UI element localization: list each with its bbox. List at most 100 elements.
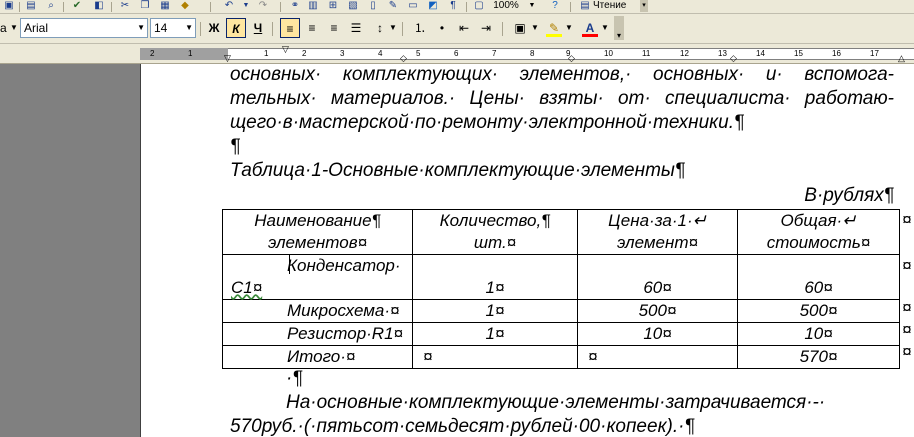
horizontal-ruler[interactable]: 2 1 1 2 3 4 5 6 7 8 9 10 11 12 13 14 15 … bbox=[0, 44, 914, 64]
table-row: Резистор·R1¤ 1¤ 10¤ 10¤ bbox=[222, 322, 900, 346]
show-hide-icon[interactable]: ¶ bbox=[446, 0, 460, 12]
table-header-cell[interactable]: Количество,¶ шт.¤ bbox=[412, 209, 578, 255]
hyperlink-icon[interactable]: ⚭ bbox=[288, 0, 302, 12]
redo-icon[interactable]: ↷ bbox=[256, 0, 270, 12]
line-spacing-icon[interactable]: ↕ bbox=[370, 18, 390, 38]
ruler-number: 2 bbox=[302, 49, 307, 58]
style-box-fragment[interactable]: а bbox=[0, 18, 7, 38]
table-cell-price[interactable]: 10¤ bbox=[577, 322, 738, 346]
table-cell-price[interactable]: 500¤ bbox=[577, 299, 738, 323]
toolbar-options-icon[interactable]: ▾ bbox=[614, 16, 624, 40]
document-map-icon[interactable]: ▭ bbox=[406, 0, 420, 12]
print-icon[interactable]: ▤ bbox=[24, 0, 38, 12]
research-icon[interactable]: ◧ bbox=[92, 0, 106, 12]
body-text-line: На·основные·комплектующие·элементы·затра… bbox=[286, 392, 826, 413]
undo-dropdown-icon[interactable]: ▼ bbox=[242, 0, 250, 12]
table-cell-price[interactable]: 60¤ bbox=[577, 254, 738, 300]
zoom-box[interactable]: 100% bbox=[486, 0, 526, 12]
reading-button[interactable]: Чтение bbox=[593, 0, 637, 12]
table-header-cell[interactable]: Наименование¶ элементов¤ bbox=[222, 209, 413, 255]
paste-icon[interactable]: ▦ bbox=[158, 0, 172, 12]
table-cell-total[interactable]: 570¤ bbox=[737, 345, 900, 369]
style-dropdown-icon[interactable]: ▼ bbox=[10, 18, 18, 38]
table-cell-name[interactable]: Конденсатор· С1¤ bbox=[222, 254, 413, 300]
align-center-icon[interactable]: ≡ bbox=[302, 18, 322, 38]
read-icon[interactable]: ▤ bbox=[578, 0, 592, 12]
components-table: Наименование¶ элементов¤ Количество,¶ шт… bbox=[222, 209, 900, 369]
font-name-combo[interactable]: Arial ▼ bbox=[20, 18, 148, 38]
toolbar-separator bbox=[402, 22, 403, 36]
body-text-line: тельных· материалов.· Цены· взяты· от· с… bbox=[230, 88, 894, 109]
numbering-icon[interactable]: ⒈ bbox=[410, 18, 430, 38]
borders-icon[interactable]: ▣ bbox=[510, 18, 530, 38]
table-header-cell[interactable]: Цена·за·1·↵ элемент¤ bbox=[577, 209, 738, 255]
insert-excel-icon[interactable]: ▧ bbox=[346, 0, 360, 12]
paragraph-mark: ·¶ bbox=[286, 368, 303, 389]
column-marker-icon[interactable]: ◇ bbox=[730, 52, 737, 64]
toolbar-options-icon[interactable]: ▾ bbox=[640, 0, 648, 12]
header-line: Наименование¶ bbox=[254, 211, 381, 230]
row-end-mark: ¤ bbox=[902, 256, 912, 275]
formatting-toolbar: а ▼ Arial ▼ 14 ▼ Ж К Ч ≡ ≡ ≡ ☰ ↕ ▼ ⒈ • ⇤… bbox=[0, 14, 914, 44]
table-cell-qty[interactable]: 1¤ bbox=[412, 322, 578, 346]
drawing-icon[interactable]: ✎ bbox=[386, 0, 400, 12]
highlight-dropdown-icon[interactable]: ▼ bbox=[564, 18, 574, 38]
columns-icon[interactable]: ▯ bbox=[366, 0, 380, 12]
right-indent-marker-icon[interactable]: △ bbox=[898, 52, 905, 64]
first-line-indent-marker-icon[interactable]: ▽ bbox=[282, 43, 289, 55]
copy-icon[interactable]: ❐ bbox=[138, 0, 152, 12]
toolbar-separator bbox=[502, 22, 503, 36]
table-cell-name[interactable]: Микросхема·¤ bbox=[222, 299, 413, 323]
bullets-icon[interactable]: • bbox=[432, 18, 452, 38]
header-line: Цена·за·1·↵ bbox=[608, 211, 707, 230]
table-cell-name[interactable]: Резистор·R1¤ bbox=[222, 322, 413, 346]
toolbar-separator bbox=[19, 2, 20, 12]
table-cell-qty[interactable]: 1¤ bbox=[412, 254, 578, 300]
tables-borders-icon[interactable]: ▥ bbox=[306, 0, 320, 12]
zoom-dropdown-icon[interactable]: ▼ bbox=[528, 0, 536, 12]
table-cell-total[interactable]: 500¤ bbox=[737, 299, 900, 323]
column-marker-icon[interactable]: ◇ bbox=[568, 52, 575, 64]
table-cell-total[interactable]: 60¤ bbox=[737, 254, 900, 300]
table-header-row: Наименование¶ элементов¤ Количество,¶ шт… bbox=[222, 209, 900, 255]
preview-icon[interactable]: ⌕ bbox=[44, 0, 58, 12]
table-cell-qty[interactable]: ¤ bbox=[412, 345, 578, 369]
table-cell-total[interactable]: 10¤ bbox=[737, 322, 900, 346]
insert-table-icon[interactable]: ⊞ bbox=[326, 0, 340, 12]
table-cell-qty[interactable]: 1¤ bbox=[412, 299, 578, 323]
read-mode-icon[interactable]: ▢ bbox=[472, 0, 486, 12]
ruler-number: 16 bbox=[832, 49, 841, 58]
table-header-cell[interactable]: Общая·↵ стоимость¤ bbox=[737, 209, 900, 255]
ruler-number: 2 bbox=[150, 49, 155, 58]
currency-note: В·рублях¶ bbox=[804, 185, 894, 206]
print-preview-icon[interactable]: ▣ bbox=[2, 0, 16, 12]
font-size-combo[interactable]: 14 ▼ bbox=[150, 18, 196, 38]
align-right-icon[interactable]: ≡ bbox=[324, 18, 344, 38]
spelling-icon[interactable]: ✔ bbox=[70, 0, 84, 12]
line-spacing-dropdown-icon[interactable]: ▼ bbox=[388, 18, 398, 38]
document-map-active-icon[interactable]: ◩ bbox=[426, 0, 440, 12]
help-icon[interactable]: ? bbox=[548, 0, 562, 12]
undo-icon[interactable]: ↶ bbox=[222, 0, 236, 12]
ruler-number: 15 bbox=[794, 49, 803, 58]
font-size-dropdown-icon[interactable]: ▼ bbox=[185, 19, 193, 37]
borders-dropdown-icon[interactable]: ▼ bbox=[530, 18, 540, 38]
column-marker-icon[interactable]: ◇ bbox=[400, 52, 407, 64]
increase-indent-icon[interactable]: ⇥ bbox=[476, 18, 496, 38]
cut-icon[interactable]: ✂ bbox=[118, 0, 132, 12]
format-painter-icon[interactable]: ◆ bbox=[178, 0, 192, 12]
cell-text: С1¤ bbox=[231, 278, 263, 297]
ruler-number: 5 bbox=[416, 49, 421, 58]
bold-button[interactable]: Ж bbox=[204, 18, 224, 38]
justify-icon[interactable]: ☰ bbox=[346, 18, 366, 38]
underline-button[interactable]: Ч bbox=[248, 18, 268, 38]
table-cell-name[interactable]: Итого·¤ bbox=[222, 345, 413, 369]
decrease-indent-icon[interactable]: ⇤ bbox=[454, 18, 474, 38]
font-name-dropdown-icon[interactable]: ▼ bbox=[137, 19, 145, 37]
table-cell-price[interactable]: ¤ bbox=[577, 345, 738, 369]
document-page[interactable]: основных· комплектующих· элементов,· осн… bbox=[140, 64, 914, 437]
font-color-dropdown-icon[interactable]: ▼ bbox=[600, 18, 610, 38]
left-indent-marker-icon[interactable]: ▽ bbox=[224, 52, 231, 64]
italic-button[interactable]: К bbox=[226, 18, 246, 38]
align-left-icon[interactable]: ≡ bbox=[280, 18, 300, 38]
